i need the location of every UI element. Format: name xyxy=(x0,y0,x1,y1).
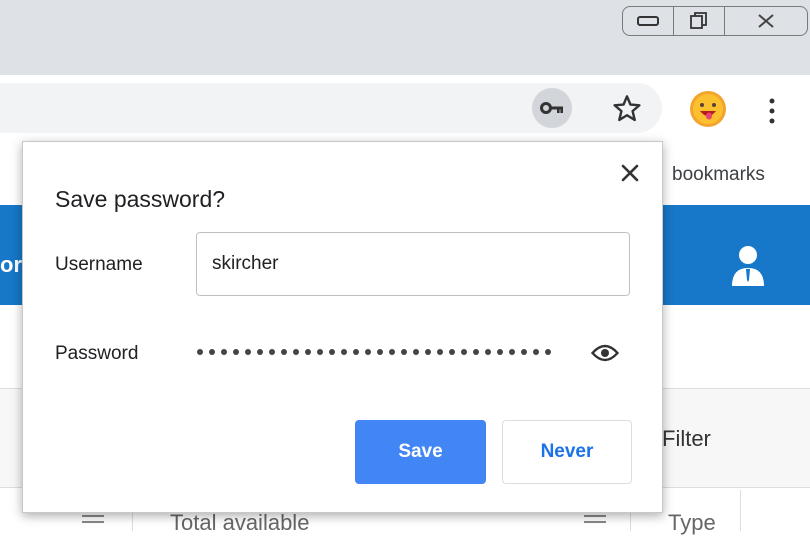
column-menu-icon xyxy=(82,521,104,523)
username-label: Username xyxy=(55,254,143,275)
column-divider xyxy=(740,490,741,531)
key-icon xyxy=(540,102,563,114)
username-input[interactable] xyxy=(196,232,630,296)
restore-button[interactable] xyxy=(673,6,725,36)
password-label: Password xyxy=(55,343,139,364)
column-menu-icon[interactable] xyxy=(82,515,104,517)
window-close-icon xyxy=(758,14,774,28)
column-header-total[interactable]: Total available xyxy=(170,510,309,536)
profile-avatar[interactable] xyxy=(690,91,726,127)
restore-icon xyxy=(690,12,707,29)
close-icon[interactable] xyxy=(618,161,642,185)
filter-button-label[interactable]: Filter xyxy=(662,426,711,452)
column-menu-icon xyxy=(584,521,606,523)
password-field[interactable] xyxy=(197,340,557,364)
minimize-icon xyxy=(637,16,659,26)
browser-toolbar xyxy=(0,75,810,145)
bookmarks-label[interactable]: bookmarks xyxy=(672,164,765,186)
user-icon[interactable] xyxy=(729,244,767,288)
window-titlebar xyxy=(0,0,810,75)
window-close-button[interactable] xyxy=(724,6,808,36)
kebab-menu-icon[interactable] xyxy=(766,97,778,125)
minimize-button[interactable] xyxy=(622,6,674,36)
eye-icon[interactable] xyxy=(591,344,619,362)
star-icon[interactable] xyxy=(611,93,643,125)
emoji-avatar-icon xyxy=(693,94,723,124)
column-header-type[interactable]: Type xyxy=(668,510,716,536)
column-menu-icon[interactable] xyxy=(584,515,606,517)
password-key-button[interactable] xyxy=(532,88,572,128)
save-password-dialog: Save password? Username Password Save Ne… xyxy=(22,141,663,513)
save-button[interactable]: Save xyxy=(355,420,486,484)
page-header-text: or xyxy=(0,252,22,277)
dialog-title: Save password? xyxy=(55,186,226,212)
never-button[interactable]: Never xyxy=(502,420,632,484)
